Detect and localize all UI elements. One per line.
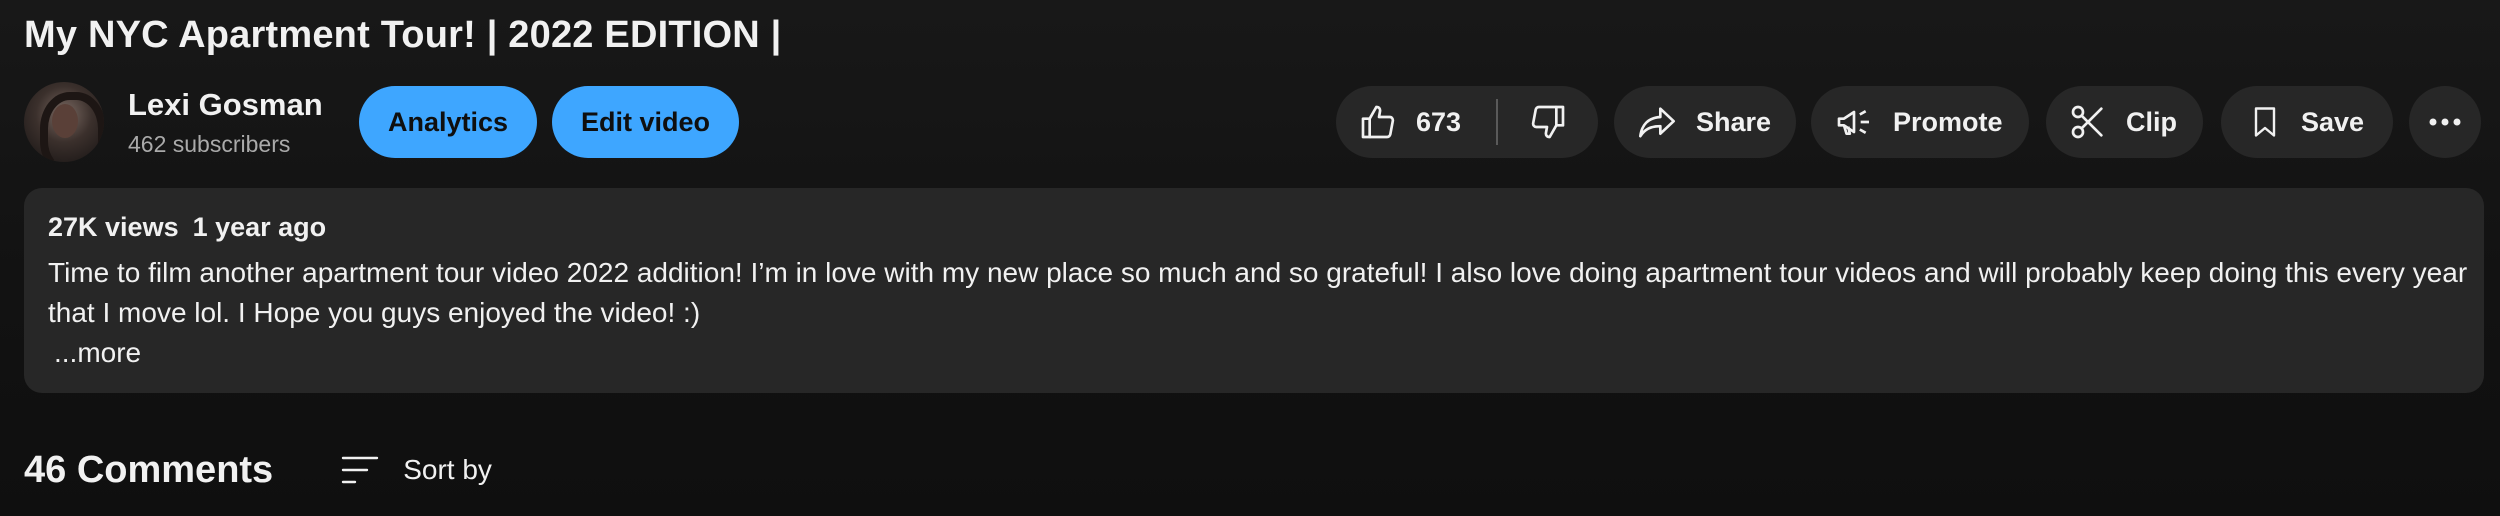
thumbs-up-icon [1361, 105, 1395, 139]
more-actions-button[interactable] [2409, 86, 2481, 158]
subscriber-count: 462 subscribers [128, 130, 291, 157]
scissors-icon [2071, 105, 2103, 139]
channel-meta: Lexi Gosman 462 subscribers [128, 87, 338, 158]
share-button[interactable]: Share [1614, 86, 1796, 158]
description-meta: 27K views 1 year ago [48, 212, 2460, 243]
sort-lines-icon [342, 456, 379, 484]
like-button[interactable]: 673 [1336, 86, 1496, 158]
channel-name[interactable]: Lexi Gosman [128, 87, 338, 123]
promote-button[interactable]: Promote [1811, 86, 2029, 158]
like-dislike-group: 673 [1336, 86, 1598, 158]
more-horizontal-icon [2429, 118, 2461, 126]
avatar-face-shape [52, 104, 78, 138]
channel-row: Lexi Gosman 462 subscribers [24, 82, 338, 162]
video-title: My NYC Apartment Tour! | 2022 EDITION | [24, 14, 782, 56]
comments-count: 46 Comments [24, 448, 274, 491]
comments-header: 46 Comments Sort by [24, 440, 492, 500]
edit-video-button[interactable]: Edit video [552, 86, 739, 158]
thumbs-down-icon [1531, 105, 1565, 139]
channel-avatar[interactable] [24, 82, 104, 162]
sort-by-button[interactable]: Sort by [341, 454, 492, 486]
show-more-link[interactable]: ...more [48, 333, 2460, 373]
sort-by-label: Sort by [403, 454, 492, 485]
dislike-button[interactable] [1498, 86, 1598, 158]
megaphone-icon [1837, 110, 1869, 135]
view-count: 27K views [48, 212, 179, 242]
save-label: Save [2301, 106, 2365, 137]
upload-age: 1 year ago [192, 212, 327, 242]
promote-label: Promote [1893, 106, 2003, 137]
clip-label: Clip [2126, 106, 2177, 137]
like-count: 673 [1416, 106, 1462, 137]
description-text: Time to film another apartment tour vide… [48, 257, 2468, 328]
save-button[interactable]: Save [2221, 86, 2393, 158]
share-arrow-icon [1639, 107, 1675, 138]
analytics-button[interactable]: Analytics [359, 86, 537, 158]
bookmark-icon [2254, 107, 2276, 137]
clip-button[interactable]: Clip [2046, 86, 2203, 158]
share-label: Share [1696, 106, 1772, 137]
video-info-panel: My NYC Apartment Tour! | 2022 EDITION | … [0, 0, 2500, 516]
description-box[interactable]: 27K views 1 year ago Time to film anothe… [24, 188, 2484, 393]
